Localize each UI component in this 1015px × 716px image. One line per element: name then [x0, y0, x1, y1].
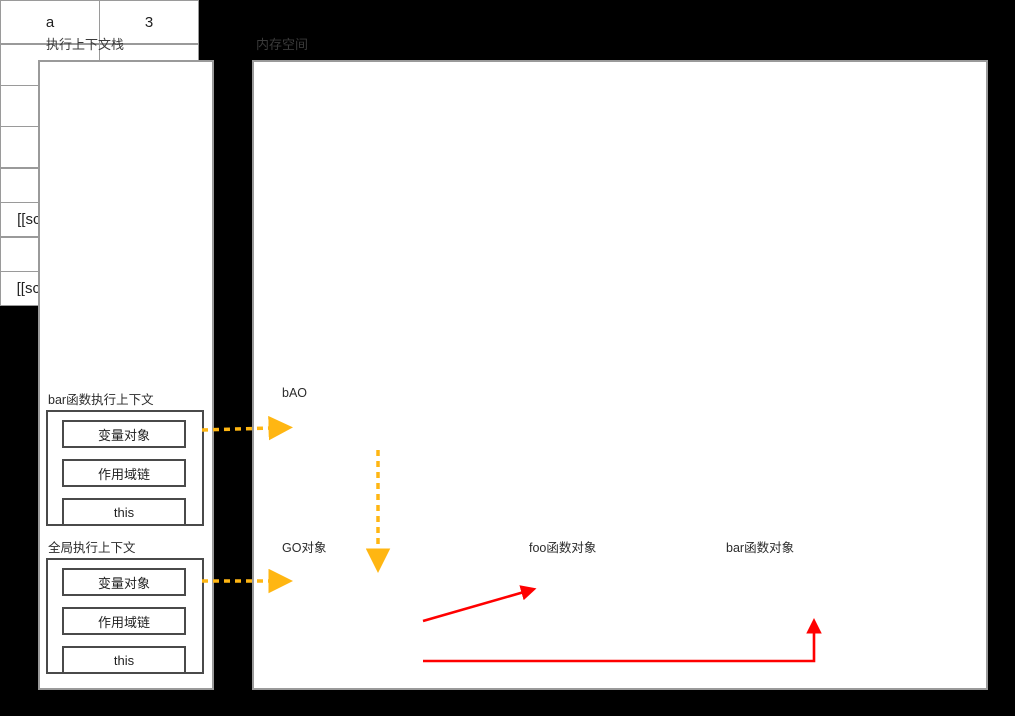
- bar-execution-context-title: bar函数执行上下文: [48, 393, 154, 407]
- diagram-canvas: 执行上下文栈 内存空间 bar函数执行上下文 变量对象 作用域链 this 全局…: [0, 0, 1015, 716]
- global-execution-context-title: 全局执行上下文: [48, 541, 136, 555]
- global-context-this[interactable]: this: [62, 646, 186, 674]
- bar-context-variable-object[interactable]: 变量对象: [62, 420, 186, 448]
- go-object-label: GO对象: [282, 541, 327, 555]
- memory-space-caption: 内存空间: [256, 37, 309, 52]
- foo-function-object-label: foo函数对象: [529, 541, 597, 555]
- bar-context-this[interactable]: this: [62, 498, 186, 526]
- memory-space-panel: [252, 60, 988, 690]
- bar-context-scope-chain[interactable]: 作用域链: [62, 459, 186, 487]
- bao-label: bAO: [282, 386, 308, 400]
- global-context-variable-object[interactable]: 变量对象: [62, 568, 186, 596]
- execution-context-stack-caption: 执行上下文栈: [46, 37, 125, 52]
- global-context-scope-chain[interactable]: 作用域链: [62, 607, 186, 635]
- bar-function-object-label: bar函数对象: [726, 541, 795, 555]
- global-context-frame: 变量对象 作用域链 this: [46, 558, 204, 674]
- bar-execution-context[interactable]: bar函数执行上下文 变量对象 作用域链 this: [38, 393, 214, 530]
- bar-context-frame: 变量对象 作用域链 this: [46, 410, 204, 526]
- global-execution-context[interactable]: 全局执行上下文 变量对象 作用域链 this: [38, 541, 214, 678]
